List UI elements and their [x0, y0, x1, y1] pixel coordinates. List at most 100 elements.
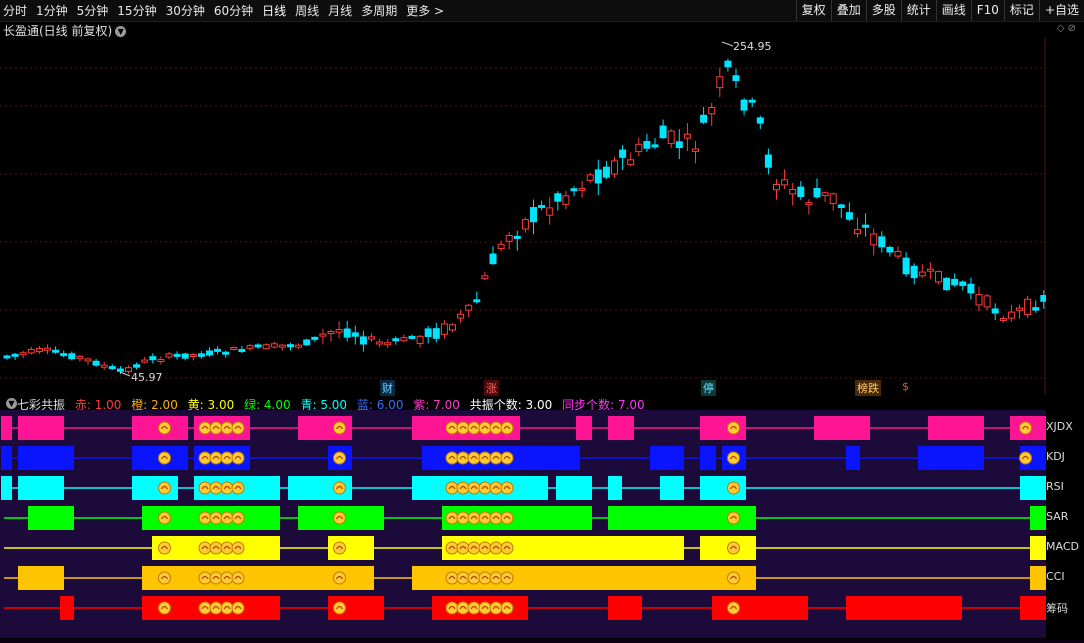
candle-body: [627, 159, 635, 166]
period-tab-daily[interactable]: 日线: [262, 2, 286, 19]
coin-icon: [500, 601, 514, 615]
coin-icon: [467, 451, 481, 465]
draw-line-button[interactable]: 画线: [935, 0, 971, 21]
candle-body: [384, 342, 392, 346]
candle-body: [27, 348, 35, 354]
candle-body: [141, 359, 149, 363]
coin-icon: [467, 481, 481, 495]
candle-body: [432, 328, 440, 339]
period-tab-weekly[interactable]: 周线: [295, 2, 319, 19]
coin-icon: [220, 571, 234, 585]
coin-icon: [1019, 451, 1032, 465]
coin-icon: [445, 421, 459, 435]
candle-body: [319, 333, 327, 337]
candle-body: [189, 353, 197, 357]
candle-body: [35, 348, 43, 353]
candle-body: [813, 187, 821, 198]
coin-icon: [445, 541, 459, 555]
candle-body: [157, 359, 165, 363]
period-tab-5min[interactable]: 5分钟: [77, 2, 109, 19]
candle-body: [602, 166, 610, 178]
candle-body: [108, 366, 116, 370]
resonance-block: [18, 476, 64, 500]
event-marker-rank[interactable]: 榜跌: [855, 380, 881, 396]
period-tab-monthly[interactable]: 月线: [328, 2, 352, 19]
candle-body: [910, 265, 918, 279]
candle-body: [376, 341, 384, 345]
coin-icon: [158, 571, 171, 585]
candle-body: [181, 353, 189, 359]
coin-icon: [158, 481, 171, 495]
chart-title: 长盈通(日线 前复权) ▼: [3, 22, 127, 39]
candle-body: [197, 353, 205, 357]
coin-icon: [158, 421, 171, 435]
high-marker-line: [721, 41, 734, 47]
candle-body: [19, 352, 27, 356]
candle-body: [44, 347, 51, 351]
candle-body: [1007, 311, 1015, 319]
period-tab-15min[interactable]: 15分钟: [117, 2, 156, 19]
overlay-button[interactable]: 叠加: [830, 0, 866, 21]
coin-icon: [333, 451, 346, 465]
coin-icon: [220, 451, 234, 465]
coin-icon: [198, 511, 212, 525]
coin-icon: [456, 511, 470, 525]
resonance-block: [918, 446, 984, 470]
candle-body: [764, 154, 772, 168]
f10-button[interactable]: F10: [970, 0, 1004, 21]
period-tab-more[interactable]: 更多 >: [406, 2, 444, 19]
chart-corner-icons[interactable]: ◇ ⊘: [1057, 23, 1076, 34]
row-label-sar: SAR: [1046, 510, 1069, 523]
candle-body: [773, 183, 780, 191]
candle-body: [748, 99, 756, 103]
adjust-button[interactable]: 复权: [795, 0, 831, 21]
chevron-down-icon[interactable]: ▼: [115, 26, 127, 37]
candle-body: [68, 353, 76, 360]
coin-icon: [209, 541, 223, 555]
candle-body: [327, 331, 335, 335]
coin-icon: [727, 541, 740, 555]
candle-body: [416, 335, 424, 344]
coin-icon: [209, 421, 223, 435]
coin-icon: [500, 571, 514, 585]
coin-icon: [489, 421, 503, 435]
period-tab-1min[interactable]: 1分钟: [36, 2, 68, 19]
period-tab-intraday[interactable]: 分时: [3, 2, 27, 19]
event-marker-dividend[interactable]: $: [900, 380, 911, 393]
coin-icon: [456, 571, 470, 585]
indicator-chevron-icon[interactable]: ▼: [6, 398, 17, 409]
coin-icon: [456, 481, 470, 495]
event-marker-finance[interactable]: 财: [380, 380, 395, 396]
coin-icon: [500, 421, 514, 435]
event-marker-limit-up[interactable]: 涨: [484, 380, 499, 396]
resonance-block: [132, 476, 178, 500]
period-tab-60min[interactable]: 60分钟: [214, 2, 253, 19]
candle-body: [400, 337, 408, 342]
coin-icon: [478, 601, 492, 615]
period-tab-30min[interactable]: 30分钟: [166, 2, 205, 19]
candle-body: [716, 76, 724, 89]
candle-body: [473, 299, 481, 303]
coin-icon: [445, 511, 459, 525]
resonance-block: [1030, 566, 1046, 590]
coin-icon: [489, 601, 503, 615]
coin-icon: [220, 511, 234, 525]
bottom-border: [0, 639, 1084, 643]
event-marker-suspend[interactable]: 停: [701, 380, 716, 396]
coin-icon: [478, 451, 492, 465]
candle-body: [951, 278, 959, 286]
coin-icon: [209, 451, 223, 465]
mark-button[interactable]: 标记: [1003, 0, 1039, 21]
add-watchlist-button[interactable]: +自选: [1038, 0, 1084, 21]
candle-body: [546, 207, 554, 216]
candle-body: [133, 364, 141, 368]
candle-body: [165, 353, 173, 358]
candle-body: [76, 355, 84, 359]
chart-title-text: 长盈通(日线 前复权): [3, 24, 113, 38]
coin-icon: [333, 571, 346, 585]
candle-body: [368, 336, 375, 340]
stats-button[interactable]: 统计: [900, 0, 936, 21]
multi-stock-button[interactable]: 多股: [865, 0, 901, 21]
period-tab-multi[interactable]: 多周期: [361, 2, 397, 19]
coin-icon: [467, 601, 481, 615]
